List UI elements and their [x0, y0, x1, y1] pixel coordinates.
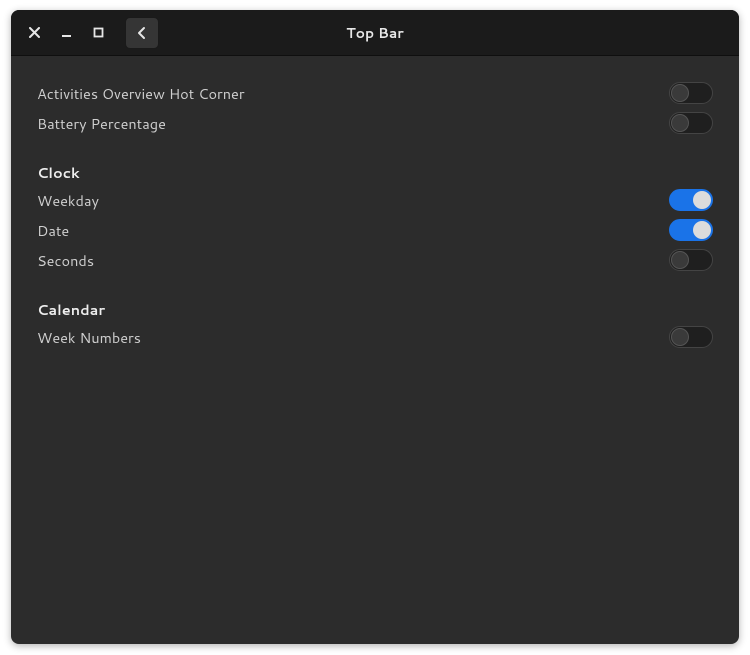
close-icon — [29, 27, 40, 38]
toggle-week-numbers[interactable] — [669, 326, 713, 348]
minimize-icon — [61, 27, 72, 38]
setting-label: Weekday — [37, 190, 99, 211]
toggle-knob — [671, 251, 689, 269]
toggle-battery-percentage[interactable] — [669, 112, 713, 134]
toggle-knob — [671, 114, 689, 132]
toggle-activities-hot-corner[interactable] — [669, 82, 713, 104]
section-title-calendar: Calendar — [37, 299, 713, 320]
setting-label: Seconds — [37, 250, 94, 271]
minimize-button[interactable] — [57, 24, 75, 42]
toggle-seconds[interactable] — [669, 249, 713, 271]
maximize-icon — [93, 27, 104, 38]
setting-row-week-numbers: Week Numbers — [37, 322, 713, 352]
setting-row-weekday: Weekday — [37, 185, 713, 215]
toggle-knob — [671, 84, 689, 102]
section-title-clock: Clock — [37, 162, 713, 183]
setting-label: Week Numbers — [37, 327, 141, 348]
toggle-date[interactable] — [669, 219, 713, 241]
page-title: Top Bar — [346, 23, 404, 43]
titlebar: Top Bar — [11, 10, 739, 56]
toggle-knob — [693, 221, 711, 239]
window-controls — [19, 24, 107, 42]
setting-label: Battery Percentage — [37, 113, 166, 134]
settings-window: Top Bar Activities Overview Hot Corner B… — [11, 10, 739, 644]
toggle-knob — [671, 328, 689, 346]
back-button[interactable] — [125, 17, 159, 49]
setting-label: Date — [37, 220, 69, 241]
setting-row-seconds: Seconds — [37, 245, 713, 275]
setting-row-date: Date — [37, 215, 713, 245]
content-area: Activities Overview Hot Corner Battery P… — [11, 56, 739, 644]
toggle-weekday[interactable] — [669, 189, 713, 211]
maximize-button[interactable] — [89, 24, 107, 42]
chevron-left-icon — [137, 26, 147, 40]
setting-row-activities-hot-corner: Activities Overview Hot Corner — [37, 78, 713, 108]
close-button[interactable] — [25, 24, 43, 42]
setting-label: Activities Overview Hot Corner — [37, 83, 245, 104]
setting-row-battery-percentage: Battery Percentage — [37, 108, 713, 138]
toggle-knob — [693, 191, 711, 209]
